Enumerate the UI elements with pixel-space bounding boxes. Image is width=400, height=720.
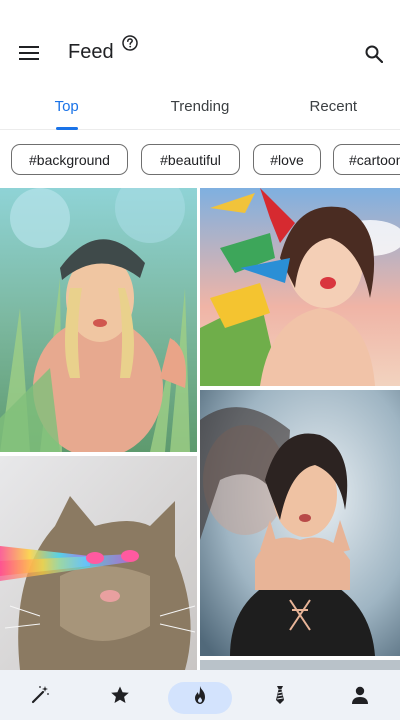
feed-image-woman-in-hat[interactable]	[0, 188, 197, 452]
feed-image-woman-double-exposure[interactable]	[200, 390, 400, 656]
tab-label: Top	[54, 98, 79, 115]
chip-label: #cartoon	[349, 151, 400, 168]
tab-top[interactable]: Top	[0, 88, 133, 130]
star-icon	[111, 686, 129, 703]
search-icon	[365, 45, 383, 63]
nav-item-profile[interactable]	[320, 670, 400, 720]
feed-image-woman-with-parrots[interactable]	[200, 188, 400, 386]
bottom-navigation	[0, 670, 400, 720]
menu-button[interactable]	[14, 38, 44, 68]
tab-bar: Top Trending Recent	[0, 88, 400, 130]
nav-item-feed[interactable]	[160, 670, 240, 720]
tie-icon	[276, 686, 284, 704]
fire-icon	[195, 686, 205, 704]
help-icon	[122, 35, 138, 51]
hashtag-chips: #background #beautiful #love #cartoon	[0, 140, 400, 180]
chip-label: #background	[29, 151, 110, 168]
tab-trending[interactable]: Trending	[133, 88, 266, 129]
help-button[interactable]	[120, 33, 140, 53]
chip-label: #love	[270, 151, 304, 168]
chip-background[interactable]: #background	[11, 144, 128, 175]
app-bar: Feed	[0, 0, 400, 88]
tab-indicator	[55, 127, 78, 130]
magic-wand-icon	[31, 686, 49, 704]
feed-image-cat[interactable]	[0, 456, 197, 670]
feed-grid	[0, 188, 400, 670]
chip-love[interactable]: #love	[253, 144, 321, 175]
nav-item-style[interactable]	[240, 670, 320, 720]
search-button[interactable]	[360, 40, 388, 68]
menu-icon	[19, 46, 39, 60]
nav-item-magic[interactable]	[0, 670, 80, 720]
person-icon	[352, 686, 368, 704]
tab-recent[interactable]: Recent	[267, 88, 400, 129]
tab-label: Recent	[309, 98, 358, 115]
page-title: Feed	[68, 41, 114, 63]
chip-cartoon[interactable]: #cartoon	[333, 144, 400, 175]
nav-item-favorites[interactable]	[80, 670, 160, 720]
tab-label: Trending	[170, 98, 230, 115]
chip-beautiful[interactable]: #beautiful	[141, 144, 240, 175]
feed-image-next[interactable]	[200, 660, 400, 670]
chip-label: #beautiful	[160, 151, 221, 168]
